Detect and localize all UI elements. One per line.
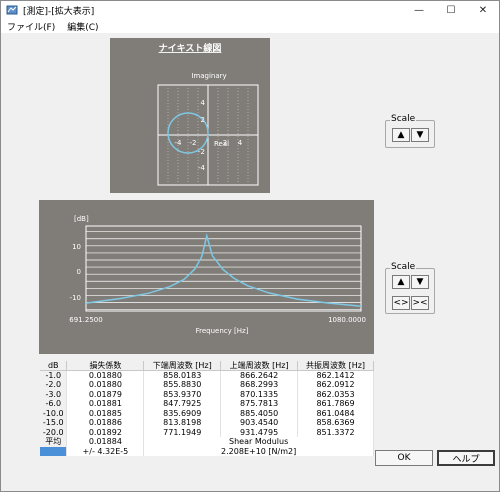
nyquist-scale-down-button[interactable]: ▼	[411, 128, 429, 142]
cell-resonance: 851.3372	[297, 427, 374, 437]
table-row[interactable]: -6.0 0.01881 847.7925 875.7813 861.7869	[40, 399, 374, 409]
cell-lower: 853.9370	[143, 389, 222, 399]
menu-bar: ファイル(F) 編集(C)	[1, 19, 499, 33]
col-header-lower-freq: 下端周波数 [Hz]	[143, 361, 222, 371]
table-row[interactable]: -1.0 0.01880 858.0183 866.2642 862.1412	[40, 370, 374, 380]
nyquist-title: ナイキスト線図	[159, 42, 222, 54]
cell-upper: 870.1335	[220, 389, 299, 399]
col-header-resonance-freq: 共振周波数 [Hz]	[297, 361, 374, 371]
nyquist-ytick: -2	[198, 148, 205, 156]
freq-xmax-label: 1080.0000	[328, 316, 366, 324]
cell-lower: 858.0183	[143, 370, 222, 380]
nyquist-panel: ナイキスト線図 Imaginary -4 -2 2 4 4 2 -2 -4 Re…	[110, 38, 270, 193]
avg-loss-value: 0.01884	[66, 437, 145, 447]
cell-loss: 0.01881	[66, 399, 145, 409]
menu-file[interactable]: ファイル(F)	[1, 20, 61, 33]
cell-resonance: 861.7869	[297, 399, 374, 409]
freq-ytick: -10	[70, 294, 81, 302]
avg-label: 平均	[40, 437, 68, 447]
menu-edit[interactable]: 編集(C)	[61, 20, 104, 33]
table-deviation-row: +/- 4.32E-5 2.208E+10 [N/m2]	[40, 446, 374, 456]
col-header-loss: 損失係数	[66, 361, 145, 371]
freq-expand-button[interactable]: <>	[392, 296, 410, 310]
cell-upper: 903.4540	[220, 418, 299, 428]
table-row[interactable]: -15.0 0.01886 813.8198 903.4540 858.6369	[40, 418, 374, 428]
cell-db: -6.0	[40, 399, 68, 409]
minimize-button[interactable]: —	[403, 1, 435, 19]
title-bar: [測定]-[拡大表示] — ☐ ✕	[1, 1, 499, 19]
nyquist-chart: ナイキスト線図 Imaginary -4 -2 2 4 4 2 -2 -4 Re…	[157, 42, 259, 186]
cell-loss: 0.01880	[66, 370, 145, 380]
cell-upper: 885.4050	[220, 408, 299, 418]
app-icon	[6, 5, 18, 15]
cell-loss: 0.01892	[66, 427, 145, 437]
cell-resonance: 862.0353	[297, 389, 374, 399]
cell-loss: 0.01880	[66, 380, 145, 390]
nyquist-xtick: 4	[238, 139, 243, 147]
cell-lower: 847.7925	[143, 399, 222, 409]
freq-shrink-button[interactable]: ><	[411, 296, 429, 310]
nyquist-imag-label: Imaginary	[191, 72, 226, 80]
nyquist-scale-up-button[interactable]: ▲	[392, 128, 410, 142]
cell-db: -3.0	[40, 389, 68, 399]
help-button[interactable]: ヘルプ	[437, 450, 495, 466]
cell-loss: 0.01879	[66, 389, 145, 399]
shear-modulus-value: 2.208E+10 [N/m2]	[143, 446, 374, 456]
nyquist-ytick: 4	[201, 99, 206, 107]
table-header-row: dB 損失係数 下端周波数 [Hz] 上端周波数 [Hz] 共振周波数 [Hz]	[40, 361, 374, 371]
col-header-upper-freq: 上端周波数 [Hz]	[220, 361, 299, 371]
cell-db: -10.0	[40, 408, 68, 418]
freq-unit-label: [dB]	[74, 215, 89, 223]
freq-scale-down-button[interactable]: ▼	[411, 275, 429, 289]
table-row[interactable]: -3.0 0.01879 853.9370 870.1335 862.0353	[40, 389, 374, 399]
nyquist-xtick: -4	[175, 139, 183, 147]
scale-legend: Scale	[390, 262, 417, 272]
maximize-button[interactable]: ☐	[435, 1, 467, 19]
nyquist-xtick: -2	[190, 139, 197, 147]
freq-ytick: 0	[77, 268, 81, 276]
cell-db: -15.0	[40, 418, 68, 428]
cell-lower: 855.8830	[143, 380, 222, 390]
cell-resonance: 862.0912	[297, 380, 374, 390]
nyquist-ytick: -4	[198, 164, 206, 172]
freq-scale-up-button[interactable]: ▲	[392, 275, 410, 289]
cell-db: -20.0	[40, 427, 68, 437]
freq-xlabel: Frequency [Hz]	[196, 327, 249, 335]
close-button[interactable]: ✕	[467, 1, 499, 19]
cell-resonance: 858.6369	[297, 418, 374, 428]
cell-lower: 835.6909	[143, 408, 222, 418]
frequency-panel: [dB] 10 0 -10 691.2500 1080.0000 Frequen…	[39, 200, 374, 354]
cell-lower: 771.1949	[143, 427, 222, 437]
cell-upper: 868.2993	[220, 380, 299, 390]
table-row[interactable]: -20.0 0.01892 771.1949 931.4795 851.3372	[40, 427, 374, 437]
table-row[interactable]: -10.0 0.01885 835.6909 885.4050 861.0484	[40, 408, 374, 418]
cell-upper: 866.2642	[220, 370, 299, 380]
freq-ytick: 10	[72, 243, 81, 251]
cell-resonance: 862.1412	[297, 370, 374, 380]
nyquist-ytick: 2	[201, 116, 205, 124]
cell-loss: 0.01885	[66, 408, 145, 418]
main-window: [測定]-[拡大表示] — ☐ ✕ ファイル(F) 編集(C) ナイキスト線図 …	[0, 0, 500, 492]
deviation-marker	[40, 446, 68, 456]
cell-upper: 931.4795	[220, 427, 299, 437]
shear-modulus-label: Shear Modulus	[143, 437, 374, 447]
cell-db: -2.0	[40, 380, 68, 390]
ok-button[interactable]: OK	[375, 450, 433, 466]
cell-db: -1.0	[40, 370, 68, 380]
cell-resonance: 861.0484	[297, 408, 374, 418]
col-header-db: dB	[40, 361, 68, 371]
cell-lower: 813.8198	[143, 418, 222, 428]
results-table: dB 損失係数 下端周波数 [Hz] 上端周波数 [Hz] 共振周波数 [Hz]…	[40, 361, 374, 456]
deviation-value: +/- 4.32E-5	[66, 446, 145, 456]
window-title: [測定]-[拡大表示]	[23, 6, 95, 17]
table-average-row: 平均 0.01884 Shear Modulus	[40, 437, 374, 447]
frequency-chart: [dB] 10 0 -10 691.2500 1080.0000 Frequen…	[69, 215, 366, 335]
scale-legend: Scale	[390, 114, 417, 124]
cell-loss: 0.01886	[66, 418, 145, 428]
cell-upper: 875.7813	[220, 399, 299, 409]
table-row[interactable]: -2.0 0.01880 855.8830 868.2993 862.0912	[40, 380, 374, 390]
nyquist-real-label: Real	[214, 140, 229, 148]
freq-xmin-label: 691.2500	[69, 316, 102, 324]
